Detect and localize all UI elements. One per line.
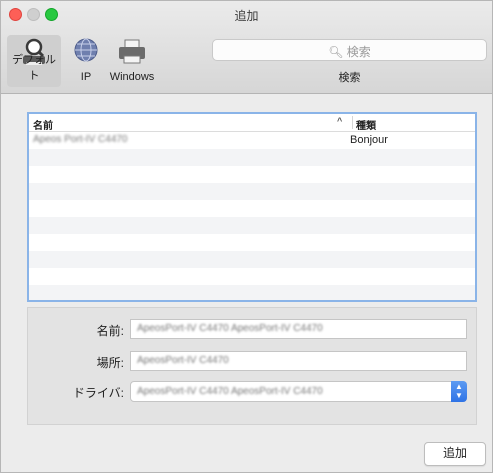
toolbar-ip-button[interactable]: IP [69, 35, 103, 87]
add-button[interactable]: 追加 [424, 442, 486, 466]
toolbar-default-button[interactable]: デフォルト [7, 35, 61, 87]
table-row [29, 166, 475, 183]
chevron-updown-icon: ▲ ▼ [451, 381, 467, 402]
printer-rows: Apeos Port-IV C4470 Bonjour [29, 132, 475, 300]
table-row[interactable]: Apeos Port-IV C4470 Bonjour [29, 132, 475, 149]
column-header-kind[interactable]: 種類 [356, 117, 376, 132]
toolbar: 追加 デフォルト IP Windows 🔍︎ 検索 検索 [1, 1, 492, 94]
toolbar-ip-label: IP [80, 71, 92, 83]
driver-select-value: ApeosPort-IV C4470 ApeosPort-IV C4470 [137, 386, 323, 397]
name-label: 名前: [96, 324, 124, 338]
driver-select[interactable]: ApeosPort-IV C4470 ApeosPort-IV C4470 ▲ ▼ [130, 381, 467, 402]
printer-list[interactable]: 名前 ^ 種類 Apeos Port-IV C4470 Bonjour [27, 112, 477, 302]
toolbar-windows-button[interactable]: Windows [107, 35, 157, 87]
toolbar-default-label: デフォルト [12, 54, 56, 82]
printer-kind-cell: Bonjour [350, 134, 388, 146]
table-row [29, 251, 475, 268]
printer-list-header: 名前 ^ 種類 [29, 114, 475, 132]
table-row [29, 285, 475, 300]
window-title: 追加 [234, 9, 259, 23]
table-row [29, 217, 475, 234]
name-field[interactable]: ApeosPort-IV C4470 ApeosPort-IV C4470 [130, 319, 467, 339]
search-caption: 検索 [338, 72, 361, 84]
search-placeholder: 検索 [346, 45, 371, 59]
printer-icon [119, 39, 145, 64]
globe-icon [74, 38, 98, 62]
table-row [29, 200, 475, 217]
driver-label: ドライバ: [72, 386, 124, 400]
column-header-name[interactable]: 名前 [33, 117, 53, 132]
table-row [29, 268, 475, 285]
toolbar-windows-label: Windows [109, 71, 155, 83]
name-field-value: ApeosPort-IV C4470 ApeosPort-IV C4470 [137, 323, 323, 334]
printer-info-panel: 名前: ApeosPort-IV C4470 ApeosPort-IV C447… [27, 307, 477, 425]
table-row [29, 183, 475, 200]
table-row [29, 234, 475, 251]
location-label: 場所: [96, 356, 124, 370]
sort-ascending-icon: ^ [337, 116, 343, 126]
table-row [29, 149, 475, 166]
search-field[interactable]: 🔍︎ 検索 [212, 39, 487, 61]
printer-name-cell: Apeos Port-IV C4470 [33, 134, 128, 145]
column-divider [352, 116, 353, 129]
location-field[interactable]: ApeosPort-IV C4470 [130, 351, 467, 371]
location-field-value: ApeosPort-IV C4470 [137, 355, 229, 366]
add-printer-window: 追加 デフォルト IP Windows 🔍︎ 検索 検索 名前 ^ 種類 Ape… [0, 0, 493, 473]
search-icon: 🔍︎ [328, 45, 344, 59]
